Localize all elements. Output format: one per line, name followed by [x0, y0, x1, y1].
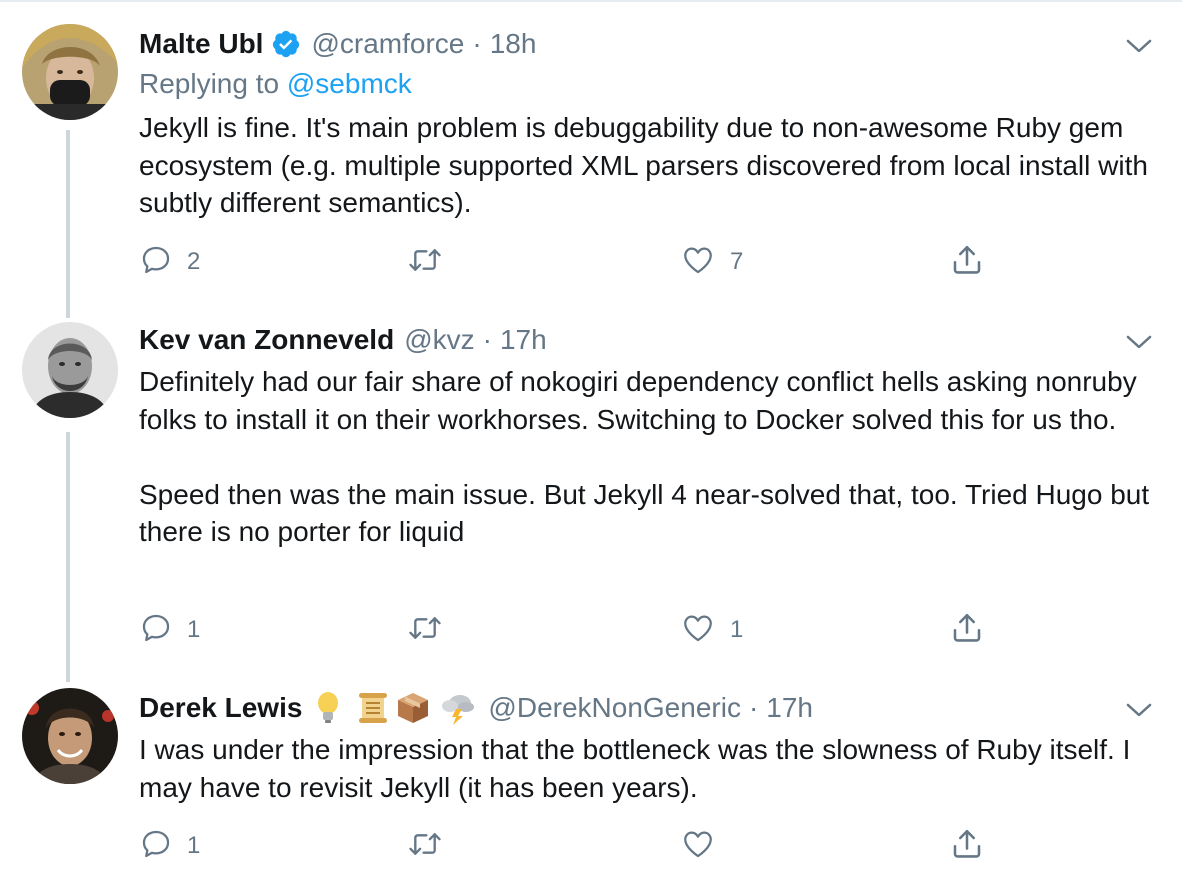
- package-icon: [396, 691, 430, 725]
- heart-icon: [680, 243, 716, 282]
- replying-to: Replying to @sebmck: [139, 68, 412, 100]
- replying-to-handle-link[interactable]: @sebmck: [287, 68, 412, 99]
- cloud-lightning-icon: [440, 691, 476, 725]
- reply-button[interactable]: 2: [139, 242, 200, 282]
- author-handle[interactable]: @cramforce: [311, 28, 464, 60]
- light-bulb-icon: [314, 691, 342, 725]
- share-button[interactable]: [949, 826, 985, 866]
- scroll-icon: [356, 691, 390, 725]
- like-button[interactable]: [680, 826, 730, 866]
- like-button[interactable]: 1: [680, 610, 743, 650]
- share-button[interactable]: [949, 610, 985, 650]
- tweet-1[interactable]: Malte Ubl @cramforce · 18h Replying to @…: [0, 0, 1182, 310]
- retweet-icon: [407, 611, 443, 650]
- reply-button[interactable]: 1: [139, 826, 200, 866]
- tweet-paragraph: Definitely had our fair share of nokogir…: [139, 366, 1137, 435]
- separator: ·: [748, 692, 759, 723]
- heart-icon: [680, 827, 716, 866]
- chevron-down-icon[interactable]: [1124, 36, 1154, 56]
- separator: ·: [482, 324, 492, 355]
- share-icon: [949, 826, 985, 867]
- like-button[interactable]: 7: [680, 242, 743, 282]
- tweet-paragraph: Jekyll is fine. It's main problem is deb…: [139, 112, 1148, 218]
- author-name[interactable]: Malte Ubl: [139, 28, 263, 60]
- retweet-button[interactable]: [407, 242, 457, 282]
- tweet-header: Malte Ubl @cramforce · 18h: [139, 24, 536, 64]
- tweet-text: I was under the impression that the bott…: [139, 731, 1159, 806]
- separator: ·: [472, 28, 482, 59]
- avatar[interactable]: [22, 322, 118, 418]
- verified-badge-icon: [271, 29, 301, 59]
- tweet-3[interactable]: Derek Lewis @DerekNonGeneric · 17h I was…: [0, 670, 1182, 888]
- tweet-2[interactable]: Kev van Zonneveld @kvz · 17h Definitely …: [0, 310, 1182, 670]
- thread-line: [66, 310, 70, 318]
- like-count: 1: [730, 616, 744, 643]
- tweet-paragraph: I was under the impression that the bott…: [139, 734, 1131, 803]
- action-bar: 2 7: [139, 242, 999, 282]
- retweet-button[interactable]: [407, 610, 457, 650]
- replying-to-label: Replying to: [139, 68, 287, 99]
- reply-icon: [139, 611, 173, 650]
- action-bar: 1 1: [139, 610, 999, 650]
- retweet-button[interactable]: [407, 826, 457, 866]
- action-bar: 1: [139, 826, 999, 866]
- author-name[interactable]: Kev van Zonneveld: [139, 324, 394, 356]
- tweet-header: Kev van Zonneveld @kvz · 17h: [139, 320, 547, 360]
- thread-line: [66, 432, 70, 670]
- author-handle[interactable]: @DerekNonGeneric: [488, 692, 741, 724]
- reply-button[interactable]: 1: [139, 610, 200, 650]
- retweet-icon: [407, 827, 443, 866]
- reply-count: 1: [187, 616, 201, 643]
- author-handle[interactable]: @kvz: [404, 324, 474, 356]
- avatar[interactable]: [22, 688, 118, 784]
- heart-icon: [680, 611, 716, 650]
- author-name[interactable]: Derek Lewis: [139, 692, 302, 724]
- share-button[interactable]: [949, 242, 985, 282]
- tweet-text: Definitely had our fair share of nokogir…: [139, 363, 1159, 551]
- reply-icon: [139, 243, 173, 282]
- reply-count: 1: [187, 832, 201, 859]
- tweet-paragraph: Speed then was the main issue. But Jekyl…: [139, 478, 1150, 548]
- tweet-header: Derek Lewis @DerekNonGeneric · 17h: [139, 688, 813, 728]
- reply-count: 2: [187, 248, 201, 275]
- timestamp[interactable]: 17h: [766, 692, 813, 724]
- timestamp[interactable]: 17h: [500, 324, 547, 356]
- share-icon: [949, 610, 985, 651]
- reply-icon: [139, 827, 173, 866]
- avatar[interactable]: [22, 24, 118, 120]
- timestamp[interactable]: 18h: [490, 28, 537, 60]
- like-count: 7: [730, 248, 744, 275]
- thread-line: [66, 670, 70, 682]
- chevron-down-icon[interactable]: [1124, 332, 1154, 352]
- thread-line: [66, 130, 70, 310]
- share-icon: [949, 242, 985, 283]
- chevron-down-icon[interactable]: [1124, 700, 1154, 720]
- tweet-text: Jekyll is fine. It's main problem is deb…: [139, 109, 1159, 222]
- retweet-icon: [407, 243, 443, 282]
